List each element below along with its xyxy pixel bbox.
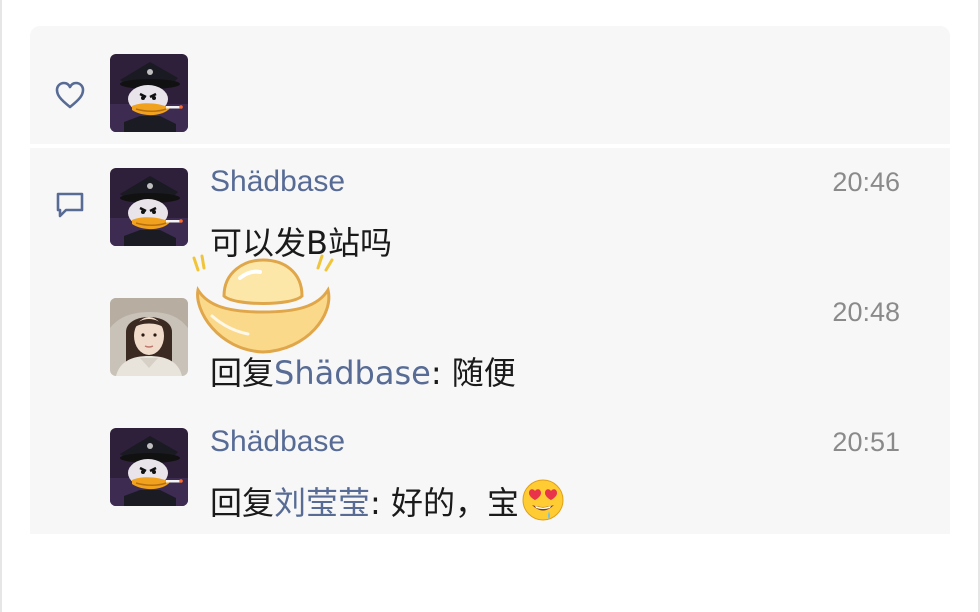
like-avatar[interactable] [110,54,188,132]
reply-target-link[interactable]: 刘莹莹 [274,484,370,522]
donald-duck-officer-avatar [110,168,188,246]
reply-prefix: 回复 [210,484,275,522]
comments-section: Shädbase 20:46 可以发B站吗 20:48 回复Shädbase: … [30,148,950,534]
donald-duck-officer-avatar [110,54,188,132]
likes-section [30,26,950,144]
comment-time: 20:51 [832,427,900,457]
frame-border-left [0,0,2,612]
comment-nickname[interactable]: Shädbase [210,165,345,199]
comment-avatar[interactable] [110,298,188,376]
comment-icon [56,192,84,218]
heart-eyes-drooling-emoji [522,479,564,521]
comment-time: 20:48 [832,297,900,327]
comment-avatar[interactable] [110,168,188,246]
heart-icon [55,81,85,109]
comment-text: 回复刘莹莹: 好的，宝 [210,478,565,524]
gold-ingot-sticker [192,254,334,354]
comment-avatar[interactable] [110,428,188,506]
comment-time: 20:46 [832,167,900,197]
donald-duck-officer-avatar [110,428,188,506]
comment-nickname[interactable]: Shädbase [210,425,345,459]
reply-text: : 好的，宝 [370,484,519,522]
girl-photo-avatar [110,298,188,376]
reply-text: : 随便 [430,354,516,392]
